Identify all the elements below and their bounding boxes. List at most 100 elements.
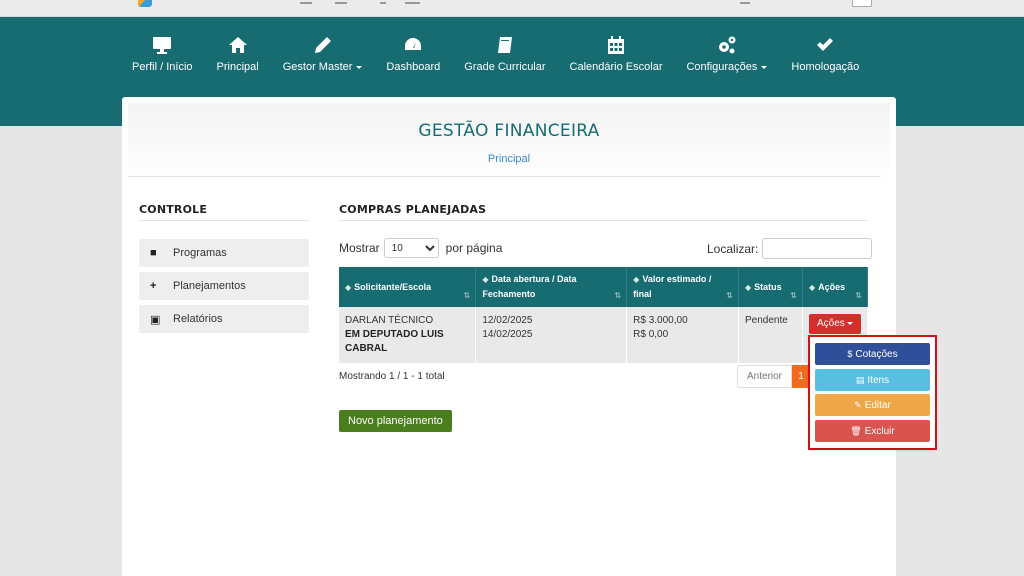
table-info: Mostrando 1 / 1 - 1 total — [339, 371, 445, 382]
divider — [128, 176, 880, 177]
nav-item-perfil[interactable]: Perfil / Início — [120, 35, 205, 73]
top-strip — [0, 0, 1024, 17]
breadcrumb-link[interactable]: Principal — [128, 153, 890, 165]
sort-order-icon: ⇅ — [790, 291, 797, 300]
nav-label: Perfil / Início — [132, 61, 193, 73]
main-card: GESTÃO FINANCEIRA Principal CONTROLE ■ P… — [122, 97, 896, 576]
divider — [139, 220, 309, 221]
solicitante-name: DARLAN TÉCNICO — [345, 315, 434, 326]
column-header-datas[interactable]: ◆ Data abertura / Data Fechamento ⇅ — [475, 267, 628, 307]
check-icon — [817, 38, 834, 51]
archive-icon: ▣ — [150, 313, 161, 326]
sort-order-icon: ⇅ — [614, 291, 622, 300]
list-icon: ▤ — [855, 374, 865, 385]
data-abertura: 12/02/2025 — [482, 315, 533, 326]
sidebar-item-programas[interactable]: ■ Programas — [139, 239, 309, 267]
gears-icon — [718, 36, 736, 54]
dollar-icon: $ — [847, 349, 853, 359]
logo — [138, 0, 152, 7]
caret-down-icon — [846, 321, 853, 325]
pagination-previous[interactable]: Anterior — [737, 365, 793, 388]
data-fechamento: 14/02/2025 — [482, 329, 533, 340]
strip-box[interactable] — [852, 0, 872, 7]
caret-down-icon — [356, 65, 363, 69]
sidebar-item-label: Relatórios — [173, 313, 223, 325]
sidebar-item-planejamentos[interactable]: + Planejamentos — [139, 272, 309, 300]
actions-dropdown-button[interactable]: Ações — [808, 314, 861, 334]
nav-item-homologacao[interactable]: Homologação — [779, 35, 871, 73]
page-length-control: Mostrar 10 por página — [339, 238, 502, 258]
cell-valor: R$ 3.000,00 R$ 0,00 — [626, 307, 739, 363]
sort-icon: ◆ — [808, 282, 816, 292]
sort-icon: ◆ — [745, 282, 752, 292]
plus-icon: + — [150, 280, 157, 292]
column-header-valor[interactable]: ◆ Valor estimado / final ⇅ — [626, 267, 739, 307]
nav-item-gestor-master[interactable]: Gestor Master — [271, 35, 375, 73]
nav-item-grade-curricular[interactable]: Grade Curricular — [452, 35, 557, 73]
nav-label: Homologação — [791, 61, 860, 73]
home-icon — [228, 37, 247, 53]
column-header-acoes[interactable]: ◆ Ações ⇅ — [802, 267, 869, 307]
menu-item-itens[interactable]: ▤ Itens — [815, 369, 930, 391]
menu-item-editar[interactable]: ✎ Editar — [815, 394, 930, 416]
pagination: Anterior 1 — [737, 365, 811, 388]
nav-label: Configurações — [686, 61, 768, 73]
sort-icon: ◆ — [633, 275, 640, 284]
calendar-icon — [608, 36, 625, 54]
strip-mark — [300, 2, 312, 4]
nav-item-principal[interactable]: Principal — [205, 35, 271, 73]
status-text: Pendente — [745, 315, 788, 326]
nav-item-dashboard[interactable]: Dashboard — [374, 35, 452, 73]
table-row: DARLAN TÉCNICO EM DEPUTADO LUIS CABRAL 1… — [339, 307, 869, 363]
nav-item-configuracoes[interactable]: Configurações — [674, 35, 779, 73]
sidebar-title: CONTROLE — [139, 203, 208, 216]
new-planning-button[interactable]: Novo planejamento — [339, 410, 452, 432]
escola-name: EM DEPUTADO LUIS CABRAL — [345, 329, 444, 354]
sort-icon: ◆ — [345, 282, 352, 292]
pencil-icon — [314, 37, 331, 53]
per-page-select[interactable]: 10 — [383, 238, 439, 258]
nav-item-calendario[interactable]: Calendário Escolar — [558, 35, 675, 73]
column-header-solicitante[interactable]: ◆ Solicitante/Escola ⇅ — [339, 267, 477, 307]
valor-final: R$ 0,00 — [633, 329, 669, 340]
sort-order-icon: ⇅ — [463, 291, 471, 300]
search-control: Localizar: — [707, 238, 873, 259]
logo-mark — [138, 0, 152, 7]
column-header-status[interactable]: ◆ Status ⇅ — [738, 267, 803, 307]
valor-estimado: R$ 3.000,00 — [633, 315, 688, 326]
section-title: COMPRAS PLANEJADAS — [339, 203, 487, 216]
purchases-table: ◆ Solicitante/Escola ⇅ ◆ Data abertura / Da… — [339, 267, 869, 363]
sidebar-item-relatorios[interactable]: ▣ Relatórios — [139, 305, 309, 333]
sort-order-icon: ⇅ — [855, 291, 862, 300]
strip-mark — [740, 2, 750, 4]
nav-label: Principal — [216, 61, 259, 73]
show-label: Mostrar — [339, 241, 380, 255]
edit-icon: ✎ — [854, 399, 862, 410]
caret-down-icon — [761, 65, 768, 69]
cell-status: Pendente — [738, 307, 803, 363]
strip-mark — [380, 2, 386, 4]
monitor-icon — [153, 37, 172, 54]
sort-icon: ◆ — [482, 275, 489, 284]
divider — [339, 220, 868, 221]
sort-order-icon: ⇅ — [726, 291, 733, 300]
card-header: GESTÃO FINANCEIRA Principal — [128, 103, 890, 185]
strip-mark — [335, 2, 347, 4]
folder-icon: ■ — [150, 247, 157, 259]
sidebar-item-label: Programas — [173, 247, 227, 259]
menu-item-excluir[interactable]: 🗑 Excluir — [815, 420, 930, 442]
menu-item-cotacoes[interactable]: $ Cotações — [815, 343, 930, 365]
nav-items: Perfil / Início Principal Gestor Master … — [120, 35, 871, 73]
nav-label: Gestor Master — [283, 61, 363, 73]
cell-solicitante: DARLAN TÉCNICO EM DEPUTADO LUIS CABRAL — [339, 307, 477, 363]
trash-icon: 🗑 — [850, 425, 862, 436]
table-header-row: ◆ Solicitante/Escola ⇅ ◆ Data abertura / Da… — [339, 267, 869, 307]
page-title: GESTÃO FINANCEIRA — [418, 121, 600, 141]
per-page-suffix: por página — [445, 241, 503, 255]
nav-label: Grade Curricular — [464, 61, 546, 73]
sidebar-item-label: Planejamentos — [173, 280, 246, 292]
search-input[interactable] — [762, 238, 873, 259]
nav-label: Calendário Escolar — [569, 61, 663, 73]
cell-datas: 12/02/2025 14/02/2025 — [475, 307, 628, 363]
book-icon — [497, 37, 512, 53]
